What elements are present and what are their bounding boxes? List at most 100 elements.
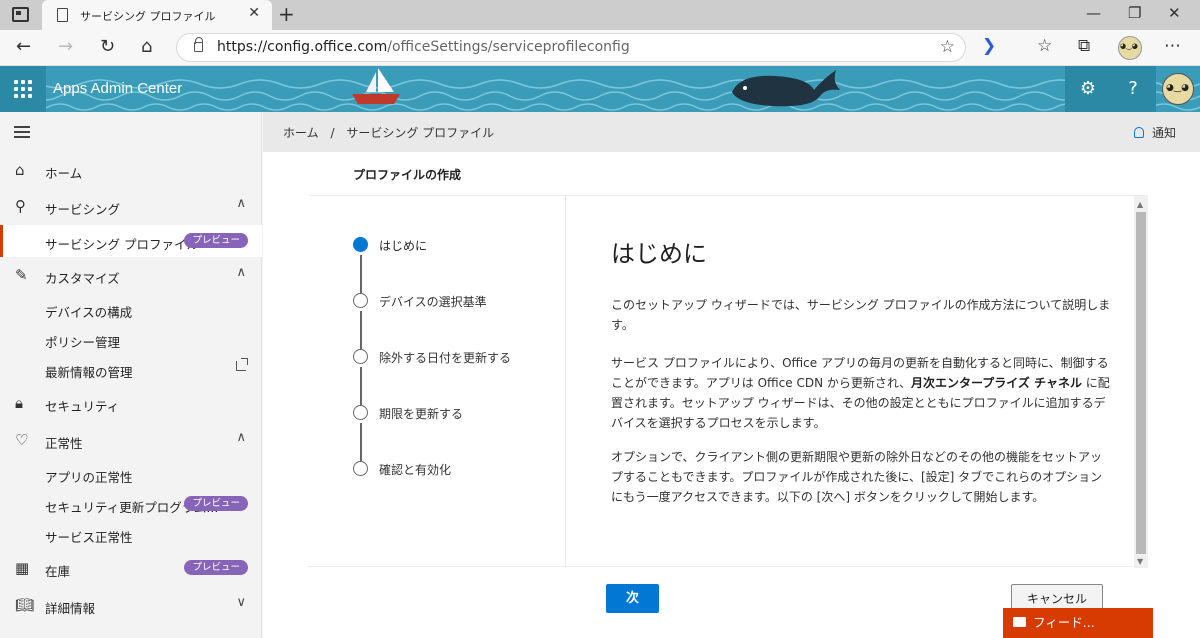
heart-icon: ♡	[15, 431, 29, 449]
feedback-button[interactable]: フィード...	[1003, 608, 1153, 638]
chevron-up-icon: ∧	[236, 265, 246, 280]
step-label: 除外する日付を更新する	[379, 351, 512, 365]
settings-button[interactable]: ⚙	[1065, 66, 1111, 112]
url-input[interactable]: https://config.office.com/officeSettings…	[176, 33, 966, 62]
sidebar-item-label: 在庫	[45, 564, 71, 579]
sidebar: ⌂ ホーム ⚲ サービシング ∧ サービシング プロファイル プレビュー ✎ カ…	[0, 112, 262, 638]
step-connector	[360, 367, 362, 405]
step-label: デバイスの選択基準	[379, 295, 487, 309]
app-launcher-button[interactable]	[0, 66, 46, 112]
lock-icon: 🔒︎	[15, 394, 23, 412]
step-indicator	[353, 293, 368, 308]
sidebar-item-label: セキュリティ	[45, 399, 120, 414]
favorites-icon[interactable]: ☆	[1037, 36, 1052, 56]
browser-tab-bar: サービシング プロファイル ✕ + — ❐ ✕	[0, 0, 1200, 30]
sidebar-item-app-health[interactable]: アプリの正常性	[0, 458, 262, 490]
notifications-button[interactable]: 通知	[1133, 124, 1176, 141]
sidebar-item-security-updates[interactable]: セキュリティ更新プログラム... プレビュー	[0, 488, 262, 520]
sidebar-item-label: サービシング プロファイル	[45, 237, 199, 252]
servicing-icon: ⚲	[15, 197, 26, 215]
hamburger-menu-icon[interactable]	[14, 126, 30, 141]
preview-badge: プレビュー	[184, 496, 248, 511]
url-host: https://config.office.com	[217, 39, 388, 55]
notifications-label: 通知	[1151, 126, 1176, 140]
user-avatar[interactable]	[1162, 73, 1194, 105]
step-connector	[360, 423, 362, 461]
content-scrollbar[interactable]: ▲ ▼	[1134, 196, 1148, 568]
intro-paragraph-2: サービス プロファイルにより、Office アプリの毎月の更新を自動化すると同時…	[611, 353, 1111, 433]
step-label: 期限を更新する	[379, 407, 464, 421]
sidebar-item-inventory[interactable]: ▦ 在庫 プレビュー	[0, 552, 262, 584]
sidebar-item-servicing-profile[interactable]: サービシング プロファイル プレビュー	[0, 225, 262, 257]
breadcrumb-current: サービシング プロファイル	[346, 126, 495, 140]
scrollbar-thumb[interactable]	[1136, 212, 1146, 554]
step-connector	[360, 255, 362, 293]
step-indicator	[353, 461, 368, 476]
sidebar-item-whats-new[interactable]: 最新情報の管理	[0, 353, 262, 385]
step-indicator	[353, 349, 368, 364]
sidebar-item-device-config[interactable]: デバイスの構成	[0, 293, 262, 325]
sidebar-item-label: アプリの正常性	[45, 470, 133, 485]
wizard-heading: はじめに	[611, 240, 707, 268]
book-icon: 📖︎	[15, 596, 35, 614]
preview-badge: プレビュー	[184, 233, 248, 248]
intro-paragraph-3: オプションで、クライアント側の更新期限や更新の除外日などのその他の機能をセットア…	[611, 450, 1103, 504]
sidebar-item-label: ポリシー管理	[45, 335, 121, 350]
sidebar-item-health[interactable]: ♡ 正常性 ∧	[0, 424, 262, 456]
intro-paragraph-1: このセットアップ ウィザードでは、サービシング プロファイルの作成方法について説…	[611, 298, 1111, 332]
waffle-icon	[14, 80, 32, 98]
sidebar-item-label: サービス正常性	[45, 530, 133, 545]
home-icon[interactable]: ⌂	[141, 36, 152, 57]
sidebar-item-label: 正常性	[45, 436, 83, 451]
tab-actions-icon[interactable]	[12, 7, 29, 22]
more-icon[interactable]: ⋯	[1164, 36, 1181, 56]
help-icon: ?	[1128, 78, 1138, 99]
browser-tab[interactable]: サービシング プロファイル ✕	[42, 0, 272, 30]
back-icon[interactable]: ←	[16, 36, 31, 57]
step-label: 確認と有効化	[379, 463, 452, 477]
customize-icon: ✎	[15, 266, 28, 284]
forward-icon[interactable]: →	[58, 36, 73, 57]
sidebar-item-label: ホーム	[45, 166, 83, 181]
sidebar-item-learn-more[interactable]: 📖︎ 詳細情報 ∨	[0, 589, 262, 621]
refresh-icon[interactable]: ↻	[100, 36, 115, 57]
inventory-icon: ▦	[15, 559, 30, 577]
tab-close-icon[interactable]: ✕	[248, 5, 260, 21]
whale-icon	[732, 70, 840, 107]
sidebar-item-servicing[interactable]: ⚲ サービシング ∧	[0, 190, 262, 222]
step-label: はじめに	[379, 239, 428, 253]
sidebar-item-label: カスタマイズ	[45, 271, 120, 286]
channel-name: 月次エンタープライズ チャネル	[911, 376, 1082, 390]
extension-icon[interactable]: ❯	[982, 36, 996, 56]
new-tab-button[interactable]: +	[278, 2, 295, 26]
step-indicator	[353, 237, 368, 252]
close-window-button[interactable]: ✕	[1168, 4, 1181, 22]
breadcrumb-bar: ホーム / サービシング プロファイル 通知	[263, 112, 1200, 152]
sidebar-item-customize[interactable]: ✎ カスタマイズ ∧	[0, 259, 262, 291]
step-connector	[360, 311, 362, 349]
minimize-button[interactable]: —	[1086, 4, 1101, 22]
sidebar-item-security[interactable]: 🔒︎ セキュリティ	[0, 387, 262, 419]
sidebar-item-service-health[interactable]: サービス正常性	[0, 518, 262, 550]
chevron-up-icon: ∧	[236, 196, 246, 211]
collections-icon[interactable]: ⧉	[1078, 36, 1090, 56]
next-button[interactable]: 次	[606, 584, 659, 613]
tab-title: サービシング プロファイル	[80, 10, 216, 23]
maximize-button[interactable]: ❐	[1128, 4, 1141, 22]
help-button[interactable]: ?	[1110, 66, 1156, 112]
breadcrumb: ホーム / サービシング プロファイル	[283, 124, 494, 141]
profile-avatar[interactable]	[1118, 36, 1142, 60]
scroll-down-icon[interactable]: ▼	[1137, 557, 1143, 566]
address-bar-row: ← → ↻ ⌂ https://config.office.com/office…	[0, 30, 1200, 66]
sidebar-item-policy-management[interactable]: ポリシー管理	[0, 323, 262, 355]
sidebar-item-label: サービシング	[45, 202, 121, 217]
home-icon: ⌂	[15, 161, 25, 179]
scroll-up-icon[interactable]: ▲	[1137, 200, 1143, 209]
lock-icon[interactable]	[194, 37, 203, 52]
breadcrumb-home-link[interactable]: ホーム	[283, 126, 319, 140]
add-favorite-icon[interactable]: ☆	[940, 37, 955, 57]
gear-icon: ⚙	[1079, 78, 1097, 99]
sidebar-item-home[interactable]: ⌂ ホーム	[0, 154, 262, 186]
page-icon	[57, 8, 68, 22]
sidebar-item-label: 詳細情報	[45, 601, 96, 616]
